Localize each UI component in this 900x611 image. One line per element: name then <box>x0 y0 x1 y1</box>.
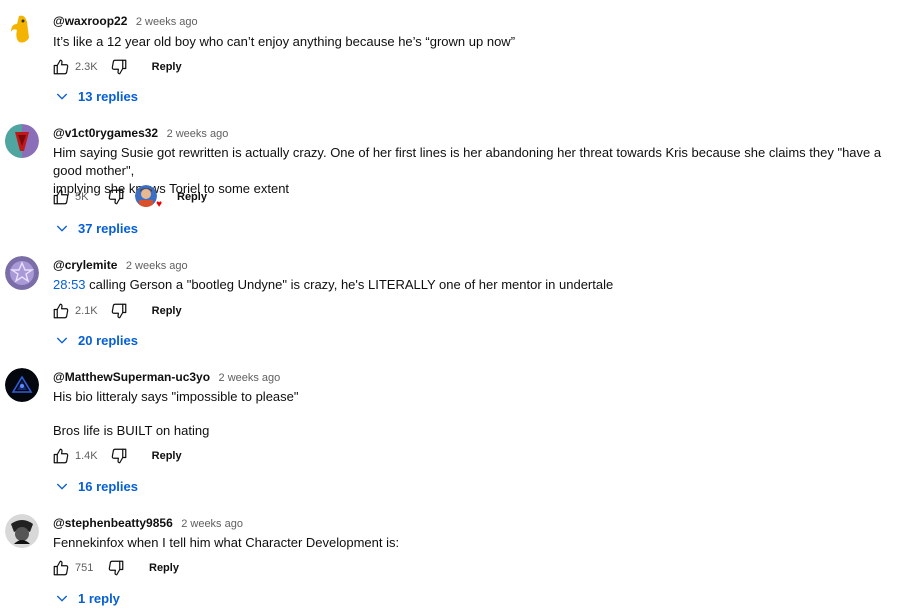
reply-button[interactable]: Reply <box>177 191 207 203</box>
like-count: 2.1K <box>75 305 98 317</box>
creator-avatar <box>135 185 157 207</box>
heart-icon: ♥ <box>156 199 162 210</box>
like-count: 1.4K <box>75 450 98 462</box>
thumbs-up-icon[interactable] <box>50 557 72 579</box>
comment-line: Fennekinfox when I tell him what Charact… <box>53 535 400 550</box>
comment-actions: 5K ♥ Reply <box>50 185 207 210</box>
comment-time[interactable]: 2 weeks ago <box>126 260 188 272</box>
comment-line-text: calling Gerson a "bootleg Undyne" is cra… <box>85 277 614 292</box>
thumbs-down-icon[interactable] <box>108 300 130 322</box>
comment-line: 28:53 calling Gerson a "bootleg Undyne" … <box>53 276 898 294</box>
comment-line: Him saying Susie got rewritten is actual… <box>53 145 882 178</box>
chevron-down-icon <box>56 93 68 100</box>
replies-count: 1 reply <box>78 590 120 606</box>
thumbs-down-icon[interactable] <box>108 56 130 78</box>
reply-button[interactable]: Reply <box>152 450 182 462</box>
like-count: 2.3K <box>75 61 98 73</box>
comment-actions: 2.3K Reply <box>50 55 182 79</box>
comment-actions: 1.4K Reply <box>50 444 182 468</box>
comment-text: It’s like a 12 year old boy who can’t en… <box>53 33 898 51</box>
replies-count: 16 replies <box>78 478 138 494</box>
thumbs-up-icon[interactable] <box>50 445 72 467</box>
chevron-down-icon <box>56 225 68 232</box>
comment-time[interactable]: 2 weeks ago <box>136 16 198 28</box>
comment-header: @v1ct0rygames32 2 weeks ago <box>53 124 228 142</box>
reply-button[interactable]: Reply <box>149 562 179 574</box>
chevron-down-icon <box>56 595 68 602</box>
replies-count: 20 replies <box>78 332 138 348</box>
comment-line: His bio litteraly says "impossible to pl… <box>53 389 299 404</box>
avatar[interactable] <box>5 256 39 290</box>
author-handle[interactable]: @v1ct0rygames32 <box>53 126 158 140</box>
replies-count: 37 replies <box>78 220 138 236</box>
comment-time[interactable]: 2 weeks ago <box>167 128 229 140</box>
comment-text: His bio litteraly says "impossible to pl… <box>53 388 898 440</box>
comment-time[interactable]: 2 weeks ago <box>181 518 243 530</box>
comment-line: It’s like a 12 year old boy who can’t en… <box>53 34 516 49</box>
view-replies-button[interactable]: 37 replies <box>54 217 138 239</box>
avatar[interactable] <box>5 368 39 402</box>
comment-line <box>53 406 898 422</box>
thumbs-up-icon[interactable] <box>50 186 72 208</box>
avatar[interactable] <box>5 12 39 46</box>
timestamp-link[interactable]: 28:53 <box>53 277 86 292</box>
author-handle[interactable]: @MatthewSuperman-uc3yo <box>53 370 210 384</box>
chevron-down-icon <box>56 483 68 490</box>
avatar[interactable] <box>5 514 39 548</box>
view-replies-button[interactable]: 20 replies <box>54 329 138 351</box>
comment-line: Bros life is BUILT on hating <box>53 423 210 438</box>
comment-header: @MatthewSuperman-uc3yo 2 weeks ago <box>53 368 280 386</box>
comment-header: @stephenbeatty9856 2 weeks ago <box>53 514 243 532</box>
view-replies-button[interactable]: 13 replies <box>54 85 138 107</box>
like-count: 751 <box>75 562 94 574</box>
reply-button[interactable]: Reply <box>152 305 182 317</box>
creator-heart-badge: ♥ <box>135 185 162 210</box>
like-count: 5K <box>75 191 89 203</box>
author-handle[interactable]: @waxroop22 <box>53 14 127 28</box>
chevron-down-icon <box>56 337 68 344</box>
thumbs-up-icon[interactable] <box>50 56 72 78</box>
comment-time[interactable]: 2 weeks ago <box>219 372 281 384</box>
thumbs-down-icon[interactable] <box>108 445 130 467</box>
replies-count: 13 replies <box>78 88 138 104</box>
view-replies-button[interactable]: 16 replies <box>54 475 138 497</box>
comment-actions: 751 Reply <box>50 556 179 580</box>
author-handle[interactable]: @crylemite <box>53 258 117 272</box>
thumbs-up-icon[interactable] <box>50 300 72 322</box>
comment-header: @waxroop22 2 weeks ago <box>53 12 198 30</box>
comment-text: 28:53 calling Gerson a "bootleg Undyne" … <box>53 276 898 294</box>
comment-actions: 2.1K Reply <box>50 299 182 323</box>
comment-header: @crylemite 2 weeks ago <box>53 256 188 274</box>
thumbs-down-icon[interactable] <box>105 557 127 579</box>
reply-button[interactable]: Reply <box>152 61 182 73</box>
view-replies-button[interactable]: 1 reply <box>54 587 120 609</box>
comment-text: Fennekinfox when I tell him what Charact… <box>53 534 898 552</box>
thumbs-down-icon[interactable] <box>105 186 127 208</box>
author-handle[interactable]: @stephenbeatty9856 <box>53 516 173 530</box>
avatar[interactable] <box>5 124 39 158</box>
